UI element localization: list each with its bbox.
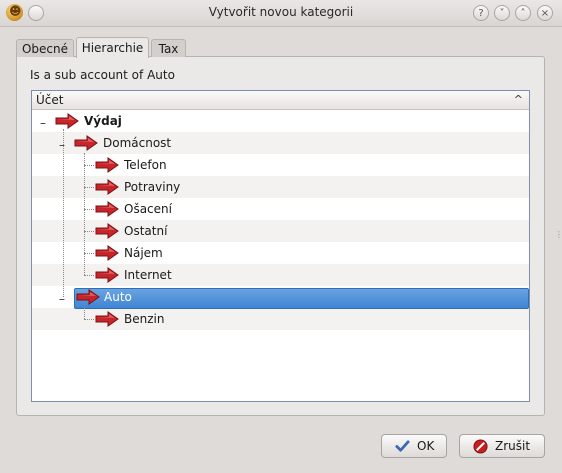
tree-header[interactable]: Účet ^ [32,91,529,110]
tree-item-domacnost[interactable]: Domácnost [103,132,171,154]
account-arrow-icon [95,267,119,283]
tree-item-auto[interactable]: Auto [104,286,132,308]
tree-item-telefon[interactable]: Telefon [124,154,167,176]
account-arrow-icon [76,289,100,305]
ok-button-label: OK [417,439,435,453]
sort-up-icon[interactable]: ^ [514,91,523,109]
tab-tax[interactable]: Tax [151,39,186,57]
tab-hierarchie[interactable]: Hierarchie [76,37,149,58]
collapse-icon[interactable]: – [40,117,46,129]
tree-connector [84,275,94,276]
tree-item-osaceni[interactable]: Ošacení [124,198,172,220]
tree-item-vydaj[interactable]: Výdaj [84,110,122,132]
account-arrow-icon [95,179,119,195]
tree-connector [63,129,64,297]
tree-item-najem[interactable]: Nájem [124,242,163,264]
minimize-icon[interactable]: ˅ [494,5,510,21]
ok-button[interactable]: OK [381,434,447,458]
tree-connector [84,319,94,320]
maximize-icon[interactable]: ˄ [515,5,531,21]
tree-item-benzin[interactable]: Benzin [124,308,164,330]
column-header-ucet[interactable]: Účet [36,91,63,109]
cancel-button-label: Zrušit [495,439,531,453]
help-icon[interactable]: ? [473,5,489,21]
collapse-icon[interactable]: – [59,293,65,305]
cancel-button[interactable]: Zrušit [459,434,545,458]
tree-item-potraviny[interactable]: Potraviny [124,176,180,198]
tree-connector [84,187,94,188]
tree-connector [84,165,94,166]
tree-connector [84,153,85,275]
tree-connector [84,253,94,254]
account-arrow-icon [95,157,119,173]
selection-highlight [74,288,529,309]
account-arrow-icon [95,245,119,261]
account-arrow-icon [74,135,98,151]
tree-connector [84,209,94,210]
title-bar[interactable]: Vytvořit novou kategorii ? ˅ ˄ × [0,0,562,27]
account-arrow-icon [55,113,79,129]
account-tree[interactable]: Účet ^ – – – Výdaj Domácnost Telefon Pot… [31,90,530,402]
resize-grip-icon[interactable]: ⋮ [555,231,562,239]
checkmark-icon [395,440,410,452]
account-arrow-icon [95,223,119,239]
tree-connector [84,231,94,232]
close-icon[interactable]: × [537,5,553,21]
parent-account-label: Is a sub account of Auto [30,68,175,82]
tree-item-internet[interactable]: Internet [124,264,172,286]
dialog-window: Vytvořit novou kategorii ? ˅ ˄ × Obecné … [0,0,562,473]
tab-obecne[interactable]: Obecné [16,39,74,57]
tree-item-ostatni[interactable]: Ostatní [124,220,167,242]
collapse-icon[interactable]: – [59,139,65,151]
account-arrow-icon [95,311,119,327]
cancel-icon [473,439,488,454]
account-arrow-icon [95,201,119,217]
